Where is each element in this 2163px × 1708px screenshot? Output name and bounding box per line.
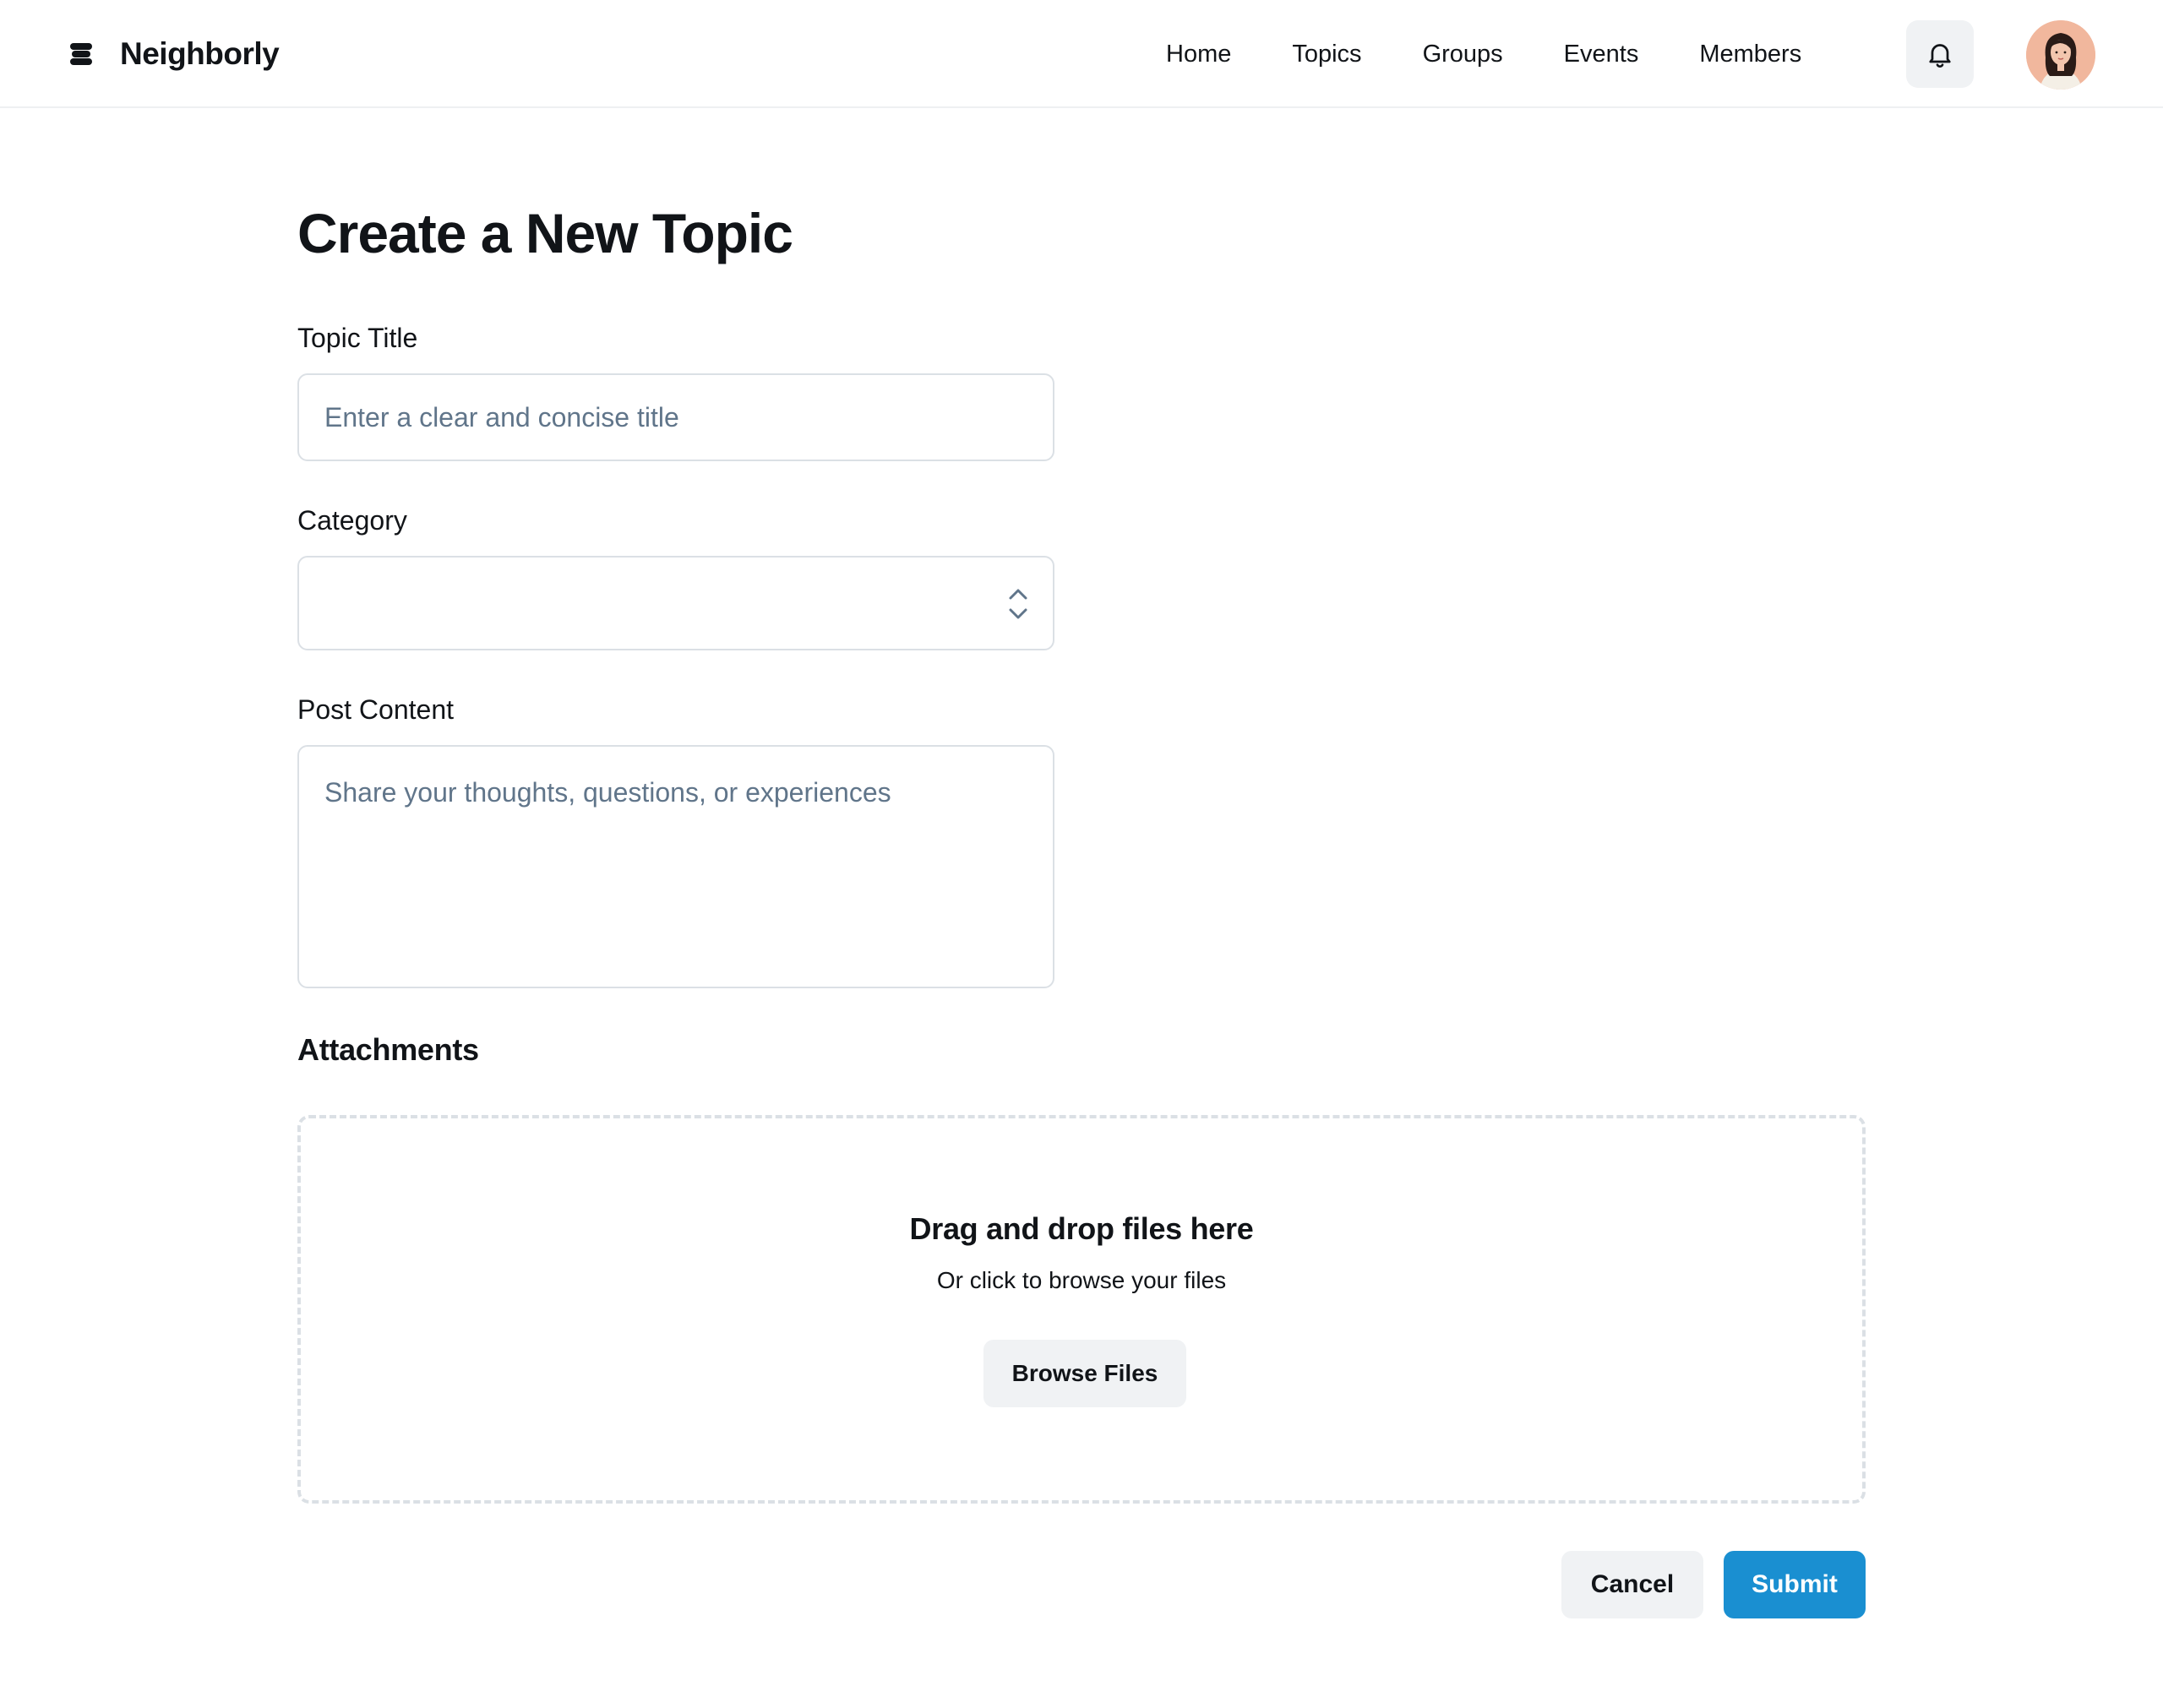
attachments-title: Attachments bbox=[297, 1032, 479, 1067]
topic-title-label: Topic Title bbox=[297, 323, 418, 353]
topic-title-input[interactable] bbox=[297, 373, 1054, 461]
category-label: Category bbox=[297, 505, 407, 536]
dropzone-subtitle: Or click to browse your files bbox=[936, 1267, 1227, 1293]
chevron-up-down-icon bbox=[1009, 589, 1027, 619]
avatar[interactable] bbox=[2026, 20, 2095, 90]
brand-name: Neighborly bbox=[120, 36, 280, 71]
submit-button[interactable]: Submit bbox=[1724, 1551, 1866, 1618]
cancel-button[interactable]: Cancel bbox=[1561, 1551, 1703, 1618]
notifications-button[interactable] bbox=[1906, 20, 1974, 88]
top-header: Neighborly Home Topics Groups Events Mem… bbox=[0, 0, 2163, 108]
post-content-textarea[interactable] bbox=[297, 745, 1054, 988]
stacked-layers-logo-icon bbox=[70, 43, 92, 65]
category-select[interactable] bbox=[297, 556, 1054, 650]
file-dropzone[interactable]: Drag and drop files here Or click to bro… bbox=[297, 1115, 1866, 1504]
nav-events[interactable]: Events bbox=[1564, 41, 1639, 68]
nav-groups[interactable]: Groups bbox=[1423, 41, 1503, 68]
nav-home[interactable]: Home bbox=[1166, 41, 1231, 68]
dropzone-title: Drag and drop files here bbox=[909, 1211, 1254, 1246]
user-avatar-image bbox=[2026, 20, 2095, 90]
browse-files-button[interactable]: Browse Files bbox=[983, 1340, 1186, 1407]
main-nav: Home Topics Groups Events Members bbox=[1166, 20, 1801, 88]
nav-members[interactable]: Members bbox=[1699, 41, 1801, 68]
page-title: Create a New Topic bbox=[297, 202, 793, 264]
post-content-label: Post Content bbox=[297, 694, 454, 725]
brand[interactable]: Neighborly bbox=[68, 29, 280, 79]
nav-topics[interactable]: Topics bbox=[1292, 41, 1361, 68]
bell-icon bbox=[1929, 44, 1951, 68]
